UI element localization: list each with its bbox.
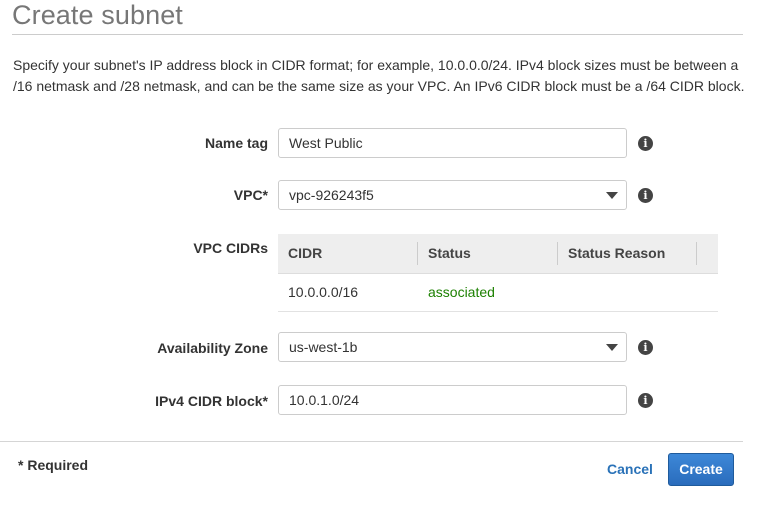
- footer-divider: [0, 441, 743, 442]
- availability-zone-selected-value: us-west-1b: [289, 339, 358, 355]
- chevron-down-icon: [606, 192, 618, 199]
- status-cell: associated: [428, 284, 495, 300]
- column-divider: [557, 242, 558, 265]
- cancel-button[interactable]: Cancel: [607, 461, 653, 477]
- column-header-cidr: CIDR: [288, 245, 323, 261]
- name-tag-input[interactable]: [278, 128, 627, 158]
- column-divider: [417, 242, 418, 265]
- availability-zone-label: Availability Zone: [157, 340, 268, 356]
- table-row: 10.0.0.0/16 associated: [278, 274, 718, 312]
- required-note: * Required: [18, 457, 89, 473]
- info-icon[interactable]: i: [638, 340, 653, 355]
- title-divider: [12, 34, 743, 35]
- vpc-selected-value: vpc-926243f5: [289, 187, 374, 203]
- info-icon[interactable]: i: [638, 136, 653, 151]
- name-tag-label: Name tag: [204, 135, 268, 151]
- availability-zone-select[interactable]: us-west-1b: [278, 332, 627, 362]
- create-button[interactable]: Create: [668, 453, 734, 486]
- table-header: CIDR Status Status Reason: [278, 234, 718, 274]
- vpc-cidrs-label: VPC CIDRs: [193, 240, 268, 256]
- ipv4-cidr-input[interactable]: [278, 385, 627, 415]
- page-title: Create subnet: [12, 0, 183, 30]
- vpc-label: VPC*: [233, 187, 268, 203]
- chevron-down-icon: [606, 344, 618, 351]
- info-icon[interactable]: i: [638, 188, 653, 203]
- column-divider: [696, 242, 697, 265]
- cidr-cell: 10.0.0.0/16: [288, 284, 359, 300]
- page-description: Specify your subnet's IP address block i…: [13, 57, 745, 94]
- vpc-cidrs-table: CIDR Status Status Reason 10.0.0.0/16 as…: [278, 234, 718, 312]
- column-header-status-reason: Status Reason: [568, 245, 666, 261]
- column-header-status: Status: [428, 245, 471, 261]
- info-icon[interactable]: i: [638, 393, 653, 408]
- vpc-select[interactable]: vpc-926243f5: [278, 180, 627, 210]
- ipv4-cidr-label: IPv4 CIDR block*: [155, 393, 268, 409]
